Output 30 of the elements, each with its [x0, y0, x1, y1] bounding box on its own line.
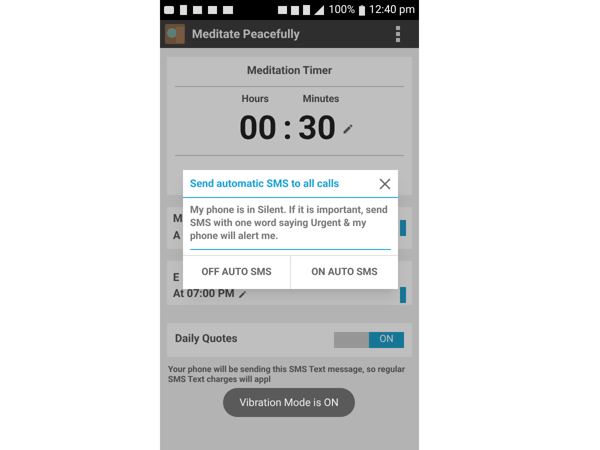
overflow-menu-icon[interactable]: [396, 26, 400, 42]
app-title: Meditate Peacefully: [192, 26, 300, 43]
battery-percent: 100%: [328, 2, 356, 18]
minutes-value: 30: [298, 108, 336, 150]
hours-label: Hours: [242, 92, 269, 106]
pencil-icon[interactable]: [238, 290, 247, 299]
setting-subtitle: At 07:00 PM: [173, 286, 235, 302]
app-logo-icon: [165, 24, 185, 44]
timer-title: Meditation Timer: [247, 63, 332, 79]
battery-icon: [359, 4, 366, 16]
footnote: Your phone will be sending this SMS Text message, so regular SMS Text charges will appl: [167, 364, 406, 384]
signal-icon: [314, 5, 324, 15]
toggle-switch[interactable]: [400, 220, 406, 236]
dialog-button[interactable]: OFF AUTO SMS: [183, 256, 291, 289]
setting-title: Daily Quotes: [175, 331, 238, 348]
hours-value: 00: [238, 108, 277, 150]
toast-message: Vibration Mode is ON: [239, 394, 339, 410]
close-icon[interactable]: [379, 178, 391, 190]
dialog-button[interactable]: ON AUTO SMS: [291, 256, 398, 289]
setting-subtitle: A: [173, 228, 180, 244]
time-separator: :: [282, 108, 292, 150]
dialog-title: Send automatic SMS to all calls: [190, 176, 340, 192]
setting-title: M: [173, 211, 183, 227]
status-time: 12:40 pm: [369, 2, 415, 18]
toggle-switch[interactable]: [400, 286, 406, 302]
dialog-message: My phone is in Silent. If it is important, send SMS with one word saying Urgent & my phone will alert me.: [190, 204, 389, 243]
pencil-icon[interactable]: [342, 122, 354, 134]
toggle-label: ON: [379, 333, 394, 347]
minutes-label: Minutes: [302, 92, 340, 106]
setting-title: E: [173, 270, 180, 286]
